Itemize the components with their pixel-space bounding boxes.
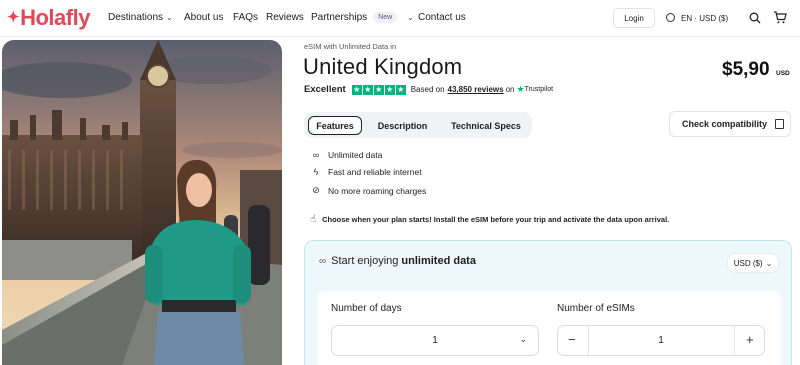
chevron-down-icon: ⌄	[519, 334, 527, 344]
nav-about-us[interactable]: About us	[184, 12, 223, 23]
cart-icon[interactable]	[773, 11, 787, 24]
nav-contact-us[interactable]: Contact us	[418, 12, 466, 23]
rating-label: Excellent	[304, 84, 346, 95]
nav-destinations[interactable]: Destinations ⌄	[108, 12, 173, 23]
star-icon: ★	[395, 84, 406, 95]
esims-label: Number of eSIMs	[557, 303, 635, 314]
feature-item: ϟ Fast and reliable internet	[310, 167, 422, 177]
globe-icon	[666, 13, 675, 22]
lightning-icon: ϟ	[313, 167, 319, 177]
divider	[734, 326, 735, 355]
on-text: on	[505, 85, 515, 94]
tab-features[interactable]: Features	[308, 116, 362, 135]
star-icon: ★	[351, 84, 362, 95]
feature-item: ∞ Unlimited data	[310, 150, 383, 160]
nav-faqs[interactable]: FAQs	[233, 12, 258, 23]
language-currency-selector[interactable]: EN · USD ($)	[666, 13, 728, 23]
tab-technical-specs[interactable]: Technical Specs	[444, 116, 528, 135]
based-on-text: Based on	[410, 85, 445, 94]
trustpilot-rating: Excellent ★ ★ ★ ★ ★ Based on 43,850 reviews …	[304, 84, 553, 95]
plan-start-note: ☝ Choose when your plan starts! Install …	[310, 214, 670, 225]
price: $5,90	[722, 59, 770, 80]
infinity-icon: ∞	[312, 150, 320, 160]
trustpilot-star-icon: ★	[516, 84, 525, 94]
star-icon: ★	[373, 84, 384, 95]
plan-options-card: Number of days 1 ⌄ Number of eSIMs − 1 +	[317, 291, 781, 365]
hero-image-london-westminster	[2, 40, 282, 365]
days-value: 1	[432, 335, 438, 346]
top-navigation: ✦Holafly Destinations ⌄ About us FAQs Rev…	[0, 0, 800, 37]
infinity-icon: ∞	[319, 255, 327, 267]
page-title: United Kingdom	[303, 54, 463, 79]
nav-partnerships[interactable]: Partnerships New ⌄	[311, 12, 414, 23]
search-icon[interactable]	[749, 12, 761, 24]
star-icon: ★	[384, 84, 395, 95]
nav-reviews[interactable]: Reviews	[266, 12, 304, 23]
holafly-logo[interactable]: ✦Holafly	[7, 5, 90, 31]
reviews-link[interactable]: 43,850 reviews	[448, 85, 504, 94]
trustpilot-logo: Trustpilot	[524, 86, 554, 93]
check-compatibility-button[interactable]: Check compatibility	[669, 111, 791, 137]
no-roaming-icon: ⊘	[312, 185, 320, 195]
login-button[interactable]: Login	[613, 8, 655, 28]
phone-check-icon	[775, 119, 785, 129]
rating-stars: ★ ★ ★ ★ ★	[351, 84, 406, 95]
product-tabs: Features Description Technical Specs	[304, 112, 532, 138]
esims-stepper[interactable]: − 1 +	[557, 325, 765, 356]
chevron-down-icon: ⌄	[765, 258, 773, 268]
hand-tap-icon: ☝	[310, 214, 317, 225]
product-eyebrow: eSIM with Unlimited Data in	[304, 42, 397, 51]
feature-item: ⊘ No more roaming charges	[310, 185, 426, 196]
plan-heading: ∞ Start enjoying unlimited data	[319, 255, 476, 267]
new-badge: New	[373, 12, 398, 23]
price-currency: USD	[776, 70, 790, 77]
days-label: Number of days	[331, 303, 402, 314]
chevron-down-icon: ⌄	[407, 13, 414, 22]
days-select[interactable]: 1 ⌄	[331, 325, 539, 356]
chevron-down-icon: ⌄	[166, 13, 173, 22]
currency-select[interactable]: USD ($) ⌄	[727, 253, 779, 273]
increment-button[interactable]: +	[746, 332, 754, 347]
plan-configurator: ∞ Start enjoying unlimited data USD ($) ⌄…	[304, 240, 792, 365]
tab-description[interactable]: Description	[370, 116, 435, 135]
star-icon: ★	[362, 84, 373, 95]
